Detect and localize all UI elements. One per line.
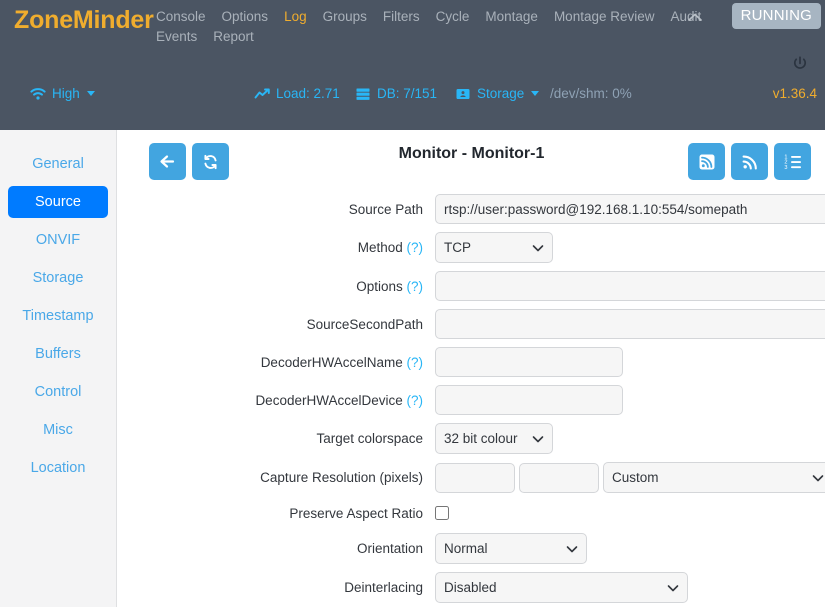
sidebar-item-source[interactable]: Source	[8, 186, 108, 218]
source-path-input[interactable]	[435, 194, 825, 224]
wifi-icon	[30, 87, 46, 101]
form-row-capture-resolution: Capture Resolution (pixels) Custom	[118, 462, 825, 493]
options-label-text: Options	[356, 278, 403, 294]
source-path-label: Source Path	[348, 201, 423, 217]
database-icon	[355, 87, 371, 101]
nav-item-report[interactable]: Report	[205, 27, 262, 47]
source-settings-form: Source Path Method (?) TCP Optio	[118, 190, 825, 607]
nav-item-filters[interactable]: Filters	[375, 7, 428, 27]
method-label-text: Method	[357, 240, 403, 255]
hard-drive-icon	[455, 87, 471, 101]
orientation-select[interactable]: Normal	[435, 533, 587, 564]
nav-item-options[interactable]: Options	[214, 7, 277, 27]
sidebar-item-buffers[interactable]: Buffers	[8, 338, 108, 370]
capture-height-input[interactable]	[519, 462, 599, 493]
header-status-row: High Load: 2.71 DB: 7/151 Storage /dev/s…	[0, 86, 825, 130]
deinterlacing-label: Deinterlacing	[344, 580, 423, 595]
form-row-orientation: Orientation Normal	[118, 533, 825, 564]
storage-label: Storage	[477, 86, 525, 101]
form-row-preserve-aspect-ratio: Preserve Aspect Ratio	[118, 501, 825, 525]
decoder-hwaccel-device-input[interactable]	[435, 385, 623, 415]
settings-content: Monitor - Monitor-1 1 2 3 Source Path rt…	[118, 130, 825, 607]
method-help-icon[interactable]: (?)	[407, 240, 424, 255]
load-label: Load: 2.71	[276, 86, 340, 101]
db-label: DB: 7/151	[377, 86, 438, 101]
power-icon[interactable]	[791, 55, 809, 73]
rss-square-button[interactable]	[688, 143, 725, 180]
deinterlacing-select[interactable]: Disabled	[435, 572, 688, 603]
sidebar-item-storage[interactable]: Storage	[8, 262, 108, 294]
target-colorspace-label: Target colorspace	[316, 431, 423, 446]
nav-item-cycle[interactable]: Cycle	[428, 7, 478, 27]
capture-resolution-preset-select[interactable]: Custom	[603, 462, 825, 493]
form-row-source-second-path: SourceSecondPath	[118, 309, 825, 339]
decoder-hwaccel-device-label-text: DecoderHWAccelDevice	[255, 392, 403, 408]
nav-item-log[interactable]: Log	[276, 7, 315, 27]
source-second-path-label: SourceSecondPath	[306, 316, 423, 332]
source-second-path-input[interactable]	[435, 309, 825, 339]
header-top-row: ZoneMinder Console Options Log Groups Fi…	[0, 0, 825, 86]
rss-button[interactable]	[731, 143, 768, 180]
sidebar-item-control[interactable]: Control	[8, 376, 108, 408]
sidebar-item-general[interactable]: General	[8, 148, 108, 180]
db-status[interactable]: DB: 7/151	[355, 86, 437, 101]
capture-resolution-label: Capture Resolution (pixels)	[260, 470, 423, 485]
decoder-hwaccel-device-label: DecoderHWAccelDevice (?)	[118, 393, 435, 408]
options-input[interactable]	[435, 271, 825, 301]
method-label: Method (?)	[118, 240, 435, 255]
bandwidth-label: High	[52, 86, 80, 101]
sidebar-item-timestamp[interactable]: Timestamp	[8, 300, 108, 332]
chevron-up-icon[interactable]	[686, 10, 704, 24]
content-toolbar: Monitor - Monitor-1 1 2 3	[118, 130, 825, 190]
nav-item-console[interactable]: Console	[148, 7, 214, 27]
options-label: Options (?)	[118, 279, 435, 294]
preserve-aspect-ratio-checkbox[interactable]	[435, 506, 449, 520]
decoder-hwaccel-name-input[interactable]	[435, 347, 623, 377]
bandwidth-selector[interactable]: High	[30, 86, 95, 101]
nav-item-groups[interactable]: Groups	[315, 7, 375, 27]
decoder-hwaccel-device-help-icon[interactable]: (?)	[407, 393, 424, 408]
sidebar-item-onvif[interactable]: ONVIF	[8, 224, 108, 256]
decoder-hwaccel-name-help-icon[interactable]: (?)	[407, 355, 424, 370]
decoder-hwaccel-name-label: DecoderHWAccelName (?)	[118, 355, 435, 370]
list-ordered-button[interactable]: 1 2 3	[774, 143, 811, 180]
chevron-down-icon	[86, 91, 95, 96]
storage-selector[interactable]: Storage	[455, 86, 540, 101]
settings-sidebar: General Source ONVIF Storage Timestamp B…	[0, 130, 117, 607]
form-row-target-colorspace: Target colorspace 32 bit colour	[118, 423, 825, 454]
app-brand-logo[interactable]: ZoneMinder	[14, 6, 154, 35]
preserve-aspect-ratio-label: Preserve Aspect Ratio	[289, 505, 423, 521]
svg-text:3: 3	[784, 164, 787, 170]
form-row-decoder-hwaccel-name: DecoderHWAccelName (?)	[118, 347, 825, 377]
main-navigation: Console Options Log Groups Filters Cycle…	[148, 7, 718, 47]
page-body: General Source ONVIF Storage Timestamp B…	[0, 130, 825, 607]
capture-width-input[interactable]	[435, 462, 515, 493]
decoder-hwaccel-name-label-text: DecoderHWAccelName	[260, 354, 403, 370]
nav-item-montage-review[interactable]: Montage Review	[546, 7, 663, 27]
form-row-deinterlacing: Deinterlacing Disabled	[118, 572, 825, 603]
sidebar-item-location[interactable]: Location	[8, 452, 108, 484]
form-row-method: Method (?) TCP	[118, 232, 825, 263]
form-row-options: Options (?)	[118, 271, 825, 301]
chevron-down-icon	[531, 91, 540, 96]
app-header: ZoneMinder Console Options Log Groups Fi…	[0, 0, 825, 130]
nav-item-montage[interactable]: Montage	[477, 7, 546, 27]
status-badge-running[interactable]: RUNNING	[731, 3, 821, 29]
form-row-source-path: Source Path	[118, 194, 825, 224]
load-status[interactable]: Load: 2.71	[254, 86, 340, 101]
nav-item-events[interactable]: Events	[148, 27, 205, 47]
sidebar-item-misc[interactable]: Misc	[8, 414, 108, 446]
target-colorspace-select[interactable]: 32 bit colour	[435, 423, 553, 454]
method-select[interactable]: TCP	[435, 232, 553, 263]
form-row-decoder-hwaccel-device: DecoderHWAccelDevice (?)	[118, 385, 825, 415]
shm-usage-label: /dev/shm: 0%	[550, 86, 632, 101]
chart-line-icon	[254, 87, 270, 101]
version-label[interactable]: v1.36.4	[773, 86, 817, 101]
options-help-icon[interactable]: (?)	[407, 279, 424, 294]
orientation-label: Orientation	[356, 541, 423, 556]
